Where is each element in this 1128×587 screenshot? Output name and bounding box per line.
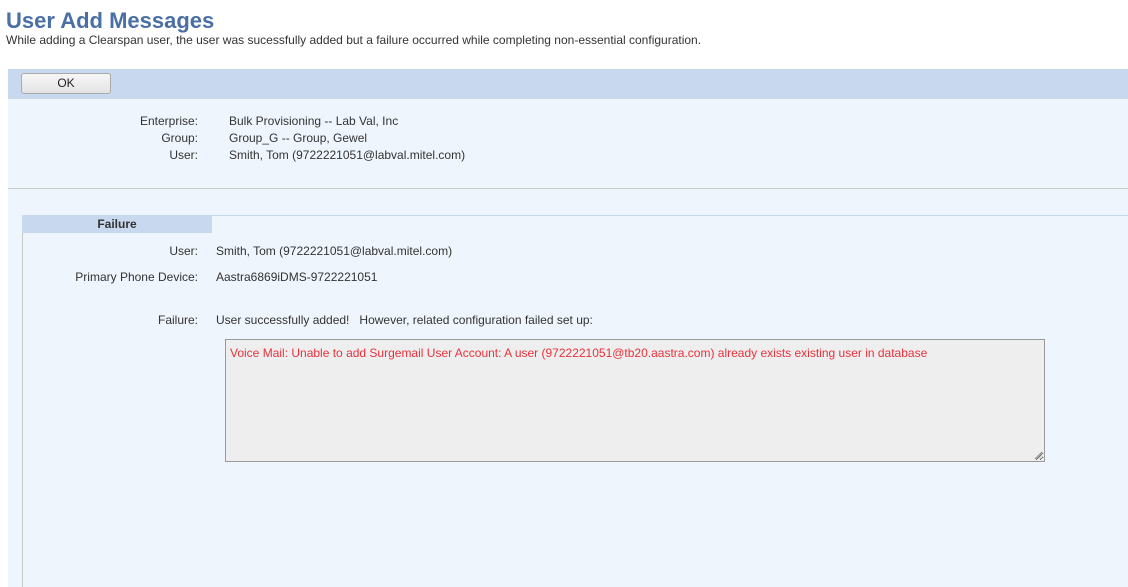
- page-title: User Add Messages: [6, 8, 215, 33]
- group-label: Group:: [161, 131, 198, 145]
- failure-user-row: User: Smith, Tom (9722221051@labval.mite…: [8, 243, 1128, 259]
- failure-section-header: Failure: [22, 215, 212, 233]
- primary-device-label: Primary Phone Device:: [75, 270, 198, 284]
- failure-reason-value: User successfully added! However, relate…: [216, 313, 593, 327]
- enterprise-value: Bulk Provisioning -- Lab Val, Inc: [229, 114, 399, 128]
- group-row: Group: Group_G -- Group, Gewel: [8, 130, 1128, 146]
- failure-reason-label: Failure:: [157, 313, 198, 327]
- user-label: User:: [169, 148, 198, 162]
- resize-grip-icon[interactable]: [1034, 451, 1042, 459]
- failure-user-value: Smith, Tom (9722221051@labval.mitel.com): [216, 244, 453, 258]
- failure-message-text: Voice Mail: Unable to add Surgemail User…: [230, 346, 928, 360]
- enterprise-row: Enterprise: Bulk Provisioning -- Lab Val…: [8, 113, 1128, 129]
- failure-message-textarea[interactable]: Voice Mail: Unable to add Surgemail User…: [225, 339, 1045, 462]
- page-subtitle: While adding a Clearspan user, the user …: [6, 33, 702, 47]
- primary-device-value: Aastra6869iDMS-9722221051: [216, 270, 378, 284]
- user-value: Smith, Tom (9722221051@labval.mitel.com): [229, 148, 466, 162]
- group-value: Group_G -- Group, Gewel: [229, 131, 368, 145]
- ok-button[interactable]: OK: [21, 73, 111, 94]
- failure-user-label: User:: [169, 244, 198, 258]
- user-row: User: Smith, Tom (9722221051@labval.mite…: [8, 147, 1128, 163]
- user-info-panel: Enterprise: Bulk Provisioning -- Lab Val…: [8, 99, 1128, 188]
- user-add-messages-page: User Add Messages While adding a Clearsp…: [0, 0, 1128, 587]
- toolbar: OK: [8, 69, 1128, 99]
- failure-reason-row: Failure: User successfully added! Howeve…: [8, 312, 1128, 328]
- enterprise-label: Enterprise:: [139, 114, 198, 128]
- primary-device-row: Primary Phone Device: Aastra6869iDMS-972…: [8, 269, 1128, 285]
